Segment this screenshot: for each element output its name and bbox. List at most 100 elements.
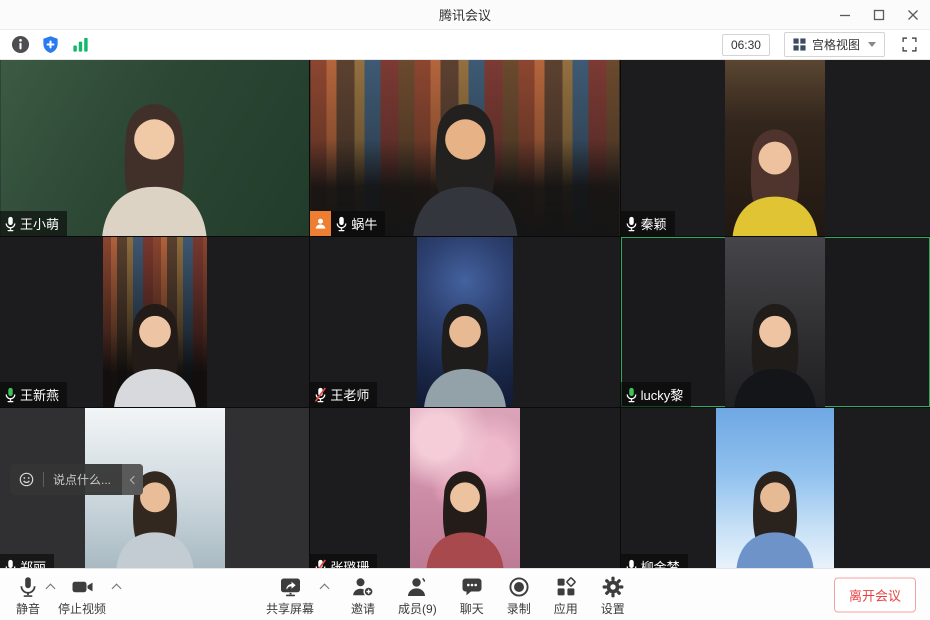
participant-cell-lucky黎[interactable]: lucky黎	[621, 237, 930, 407]
mic-status-icon	[625, 559, 638, 569]
name-label-body: lucky黎	[621, 382, 692, 407]
participant-name: 蜗牛	[351, 214, 377, 233]
security-shield-icon	[41, 35, 60, 54]
participant-name: 柳金梦	[641, 557, 680, 568]
fullscreen-button[interactable]	[899, 34, 920, 55]
participant-cell-秦颖[interactable]: 秦颖	[621, 60, 930, 236]
person-silhouette	[107, 292, 202, 407]
meeting-topbar: 06:30 宫格视图	[0, 30, 930, 60]
toolbar-label: 录制	[507, 600, 531, 617]
mic-status-icon	[4, 216, 17, 232]
meeting-info-button[interactable]	[10, 34, 31, 55]
mic-status-icon	[625, 387, 638, 403]
participant-cell-王老师[interactable]: 王老师	[310, 237, 619, 407]
toolbar-item: 邀请	[349, 573, 377, 617]
toolbar-button-apps[interactable]: 应用	[552, 573, 580, 617]
person-silhouette	[404, 89, 525, 236]
toolbar-left-group: 静音 停止视频	[14, 573, 122, 617]
fullscreen-icon	[901, 36, 918, 53]
window-title: 腾讯会议	[0, 5, 930, 24]
participant-video	[0, 60, 309, 236]
toolbar-item: 聊天	[458, 573, 486, 617]
toolbar-button-settings[interactable]: 设置	[599, 573, 627, 617]
toolbar-label: 聊天	[460, 600, 484, 617]
minimize-button[interactable]	[828, 0, 862, 29]
close-button[interactable]	[896, 0, 930, 29]
toolbar-button-stop-video[interactable]: 停止视频	[56, 573, 108, 617]
participant-video	[410, 408, 520, 568]
person-silhouette	[726, 117, 825, 236]
members-icon	[405, 575, 429, 599]
video-grid: 王小萌	[0, 60, 930, 568]
participant-name-label: 蜗牛	[310, 211, 385, 236]
chevron-left-icon	[129, 475, 137, 483]
toolbar-label: 停止视频	[58, 600, 106, 617]
toolbar-item: 应用	[552, 573, 580, 617]
info-icon	[11, 35, 30, 54]
chevron-down-icon	[868, 42, 876, 47]
network-signal-icon	[71, 35, 90, 54]
apps-icon	[554, 575, 578, 599]
toolbar-button-share-screen[interactable]: 共享屏幕	[264, 573, 316, 617]
topbar-view-controls: 06:30 宫格视图	[722, 32, 920, 57]
divider	[43, 472, 44, 487]
name-label-body: 柳金梦	[621, 554, 688, 568]
chevron-up-icon[interactable]	[46, 583, 56, 593]
participant-name-label: lucky黎	[621, 382, 692, 407]
participant-name-label: 柳金梦	[621, 554, 688, 568]
chevron-up-icon[interactable]	[320, 583, 330, 593]
quick-chat-bubble[interactable]: 说点什么...	[10, 464, 143, 495]
quick-chat-input[interactable]: 说点什么...	[10, 464, 122, 495]
maximize-icon	[873, 9, 885, 21]
chat-icon	[460, 575, 484, 599]
toolbar-label: 设置	[601, 600, 625, 617]
participant-cell-柳金梦[interactable]: 柳金梦	[621, 408, 930, 568]
participant-name: 秦颖	[641, 214, 667, 233]
record-icon	[507, 575, 531, 599]
maximize-button[interactable]	[862, 0, 896, 29]
name-label-body: 张璐珊	[310, 554, 377, 568]
participant-cell-郑丽[interactable]: 说点什么... 郑丽	[0, 408, 309, 568]
participant-video	[103, 237, 207, 407]
minimize-icon	[839, 9, 851, 21]
collapse-chat-button[interactable]	[122, 464, 143, 495]
toolbar-item: 成员(9)	[396, 573, 439, 617]
participant-cell-蜗牛[interactable]: 蜗牛	[310, 60, 619, 236]
participant-video	[716, 408, 834, 568]
participant-name: 王老师	[330, 385, 369, 404]
toolbar-label: 共享屏幕	[266, 600, 314, 617]
toolbar-label: 应用	[554, 600, 578, 617]
toolbar-button-invite[interactable]: 邀请	[349, 573, 377, 617]
layout-view-selector[interactable]: 宫格视图	[784, 32, 885, 57]
toolbar-icon-box	[16, 575, 40, 599]
mic-status-icon	[4, 387, 17, 403]
network-status-button[interactable]	[70, 34, 91, 55]
toolbar-button-chat[interactable]: 聊天	[458, 573, 486, 617]
name-label-body: 郑丽	[0, 554, 54, 568]
invite-icon	[351, 575, 375, 599]
meeting-toolbar: 静音 停止视频 共享屏幕 邀请	[0, 568, 930, 620]
toolbar-button-members[interactable]: 成员(9)	[396, 573, 439, 617]
leave-meeting-button[interactable]: 离开会议	[834, 577, 916, 612]
camera-icon	[70, 575, 95, 599]
participant-cell-王新燕[interactable]: 王新燕	[0, 237, 309, 407]
participant-cell-王小萌[interactable]: 王小萌	[0, 60, 309, 236]
meeting-security-button[interactable]	[40, 34, 61, 55]
participant-video	[417, 237, 513, 407]
mic-status-icon	[335, 216, 348, 232]
person-silhouette	[417, 292, 512, 407]
chevron-up-icon[interactable]	[112, 583, 122, 593]
toolbar-item: 静音	[14, 573, 56, 617]
participant-name-label: 秦颖	[621, 211, 675, 236]
mic-status-icon	[625, 216, 638, 232]
participant-video	[725, 237, 825, 407]
emoji-icon[interactable]	[19, 472, 34, 487]
toolbar-label: 静音	[16, 600, 40, 617]
participant-cell-张璐珊[interactable]: 张璐珊	[310, 408, 619, 568]
participant-name: 郑丽	[20, 557, 46, 568]
topbar-status-icons	[10, 34, 91, 55]
participant-video	[310, 60, 619, 236]
toolbar-button-mute[interactable]: 静音	[14, 573, 42, 617]
chat-placeholder[interactable]: 说点什么...	[53, 471, 111, 488]
toolbar-button-record[interactable]: 录制	[505, 573, 533, 617]
